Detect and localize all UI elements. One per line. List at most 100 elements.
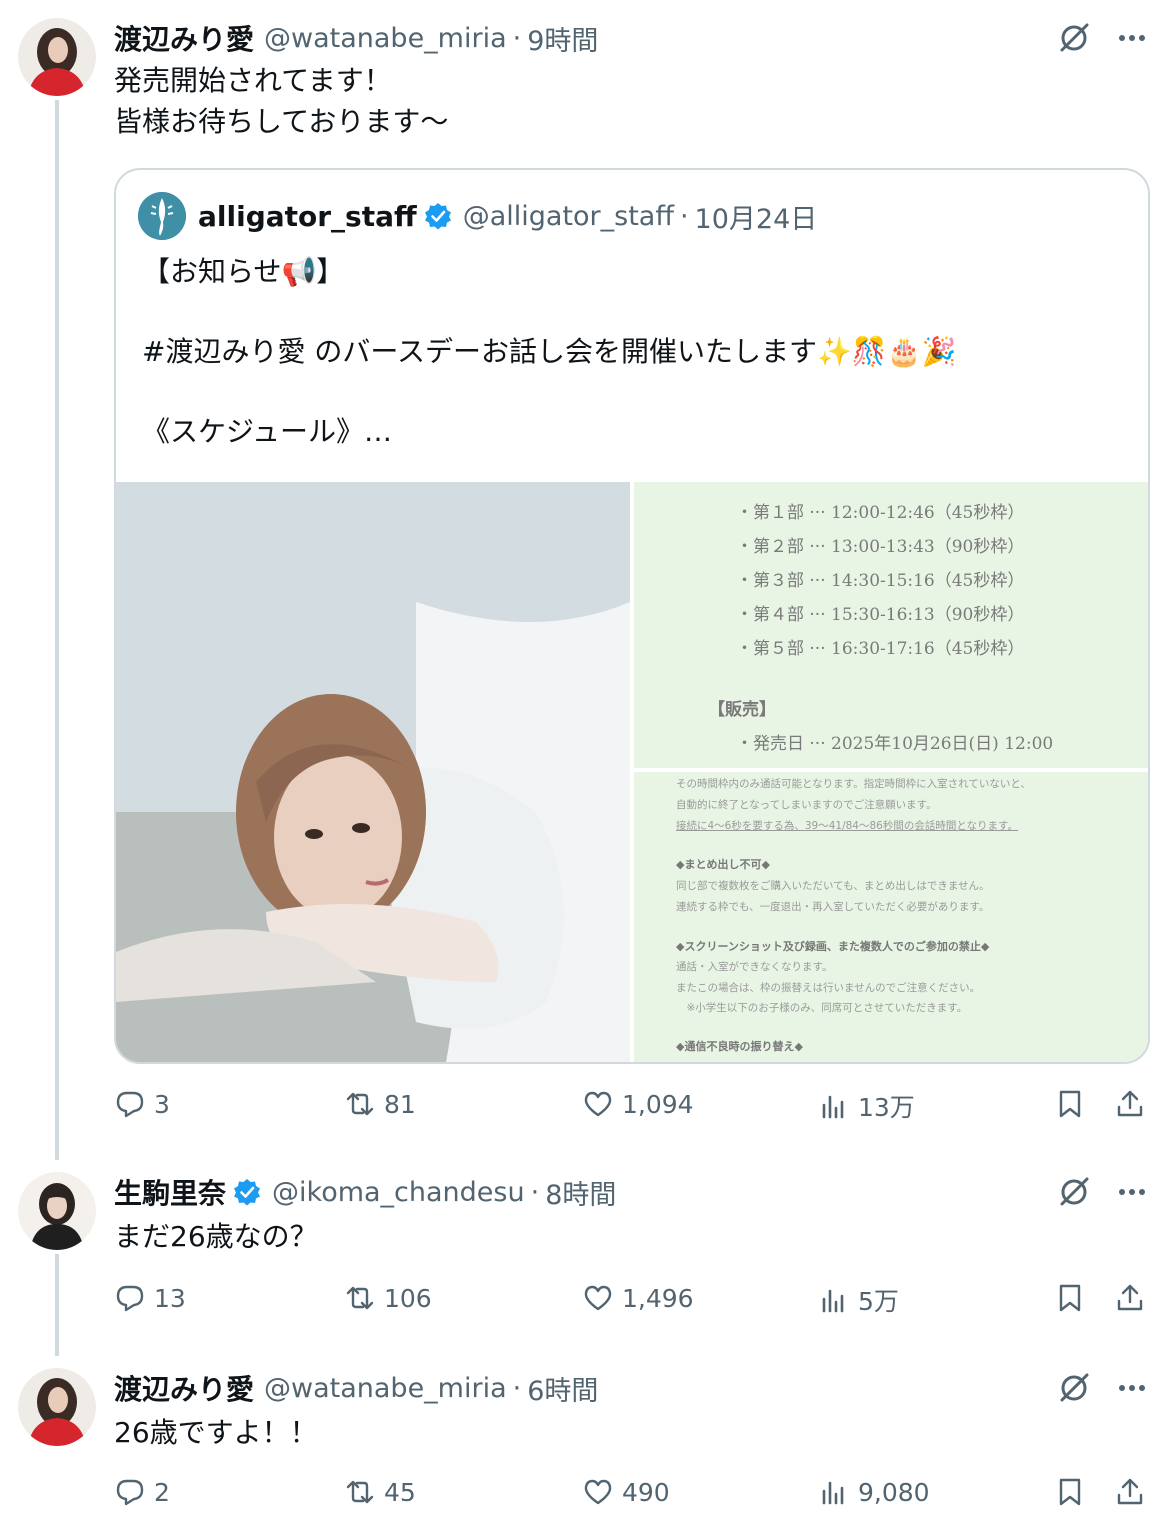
share-button[interactable] (1114, 1088, 1146, 1120)
bookmark-icon (1059, 1090, 1081, 1118)
schedule-row: ・第４部 ··· 15:30-16:13（90秒枠） (736, 605, 1025, 625)
display-name[interactable]: 渡辺みり愛 (114, 18, 254, 58)
reply-button[interactable]: 3 (114, 1088, 170, 1120)
views-count: 5万 (858, 1287, 899, 1316)
like-button[interactable]: 1,094 (582, 1088, 694, 1120)
repost-icon (346, 1480, 374, 1504)
rule-heading: ◆まとめ出し不可◆ (676, 858, 770, 871)
reply-count: 3 (154, 1089, 170, 1119)
rule-line: 自動的に終了となってしまいますのでご注意願います。 (676, 799, 937, 811)
tweet-header: 渡辺みり愛 @watanabe_miria · 9時間 (114, 18, 598, 58)
repost-icon (346, 1286, 374, 1310)
repost-button[interactable]: 45 (344, 1476, 416, 1508)
like-count: 1,094 (622, 1089, 694, 1119)
header-actions (1056, 20, 1150, 56)
repost-count: 106 (384, 1283, 432, 1313)
avatar[interactable] (18, 1172, 96, 1250)
reply-icon (116, 1479, 144, 1506)
timestamp[interactable]: 9時間 (527, 19, 598, 58)
quote-text: 【お知らせ📢】 #渡辺みり愛 のバースデーお話し会を開催いたします✨🎊🎂🎉 《ス… (142, 255, 957, 448)
tweet-text: まだ26歳なの？ (114, 1220, 318, 1253)
rule-line: 同じ部で複数枚をご購入いただいても、まとめ出しはできません。 (676, 880, 990, 892)
rule-heading: ◆スクリーンショット及び録画、また複数人でのご参加の禁止◆ (676, 940, 990, 953)
user-handle[interactable]: @watanabe_miria (264, 1373, 507, 1404)
user-handle[interactable]: @ikoma_chandesu (272, 1177, 525, 1208)
grok-icon[interactable] (1056, 1370, 1092, 1406)
rule-line: 通話・入室ができなくなります。 (676, 961, 833, 973)
grok-icon[interactable] (1056, 1174, 1092, 1210)
action-bar: 13 106 1,496 5万 (114, 1282, 1154, 1322)
share-button[interactable] (1114, 1282, 1146, 1314)
user-handle[interactable]: @watanabe_miria (264, 23, 507, 54)
rules-image[interactable]: その時間枠内のみ通話可能となります。指定時間枠に入室されていないと、 自動的に終… (634, 772, 1148, 1062)
rule-line: 接続に4〜6秒を要する為、39〜41/84〜86秒間の会話時間となります。 (676, 820, 1018, 832)
tweet[interactable]: 生駒里奈 @ikoma_chandesu · 8時間 まだ26歳なの？ 13 1… (0, 1160, 1176, 1356)
timestamp[interactable]: 8時間 (545, 1173, 616, 1212)
rule-line: またこの場合は、枠の振替えは行いませんのでご注意ください。 (676, 982, 981, 994)
verified-badge-icon (234, 1179, 261, 1206)
quote-timestamp[interactable]: 10月24日 (695, 197, 818, 236)
like-button[interactable]: 1,496 (582, 1282, 694, 1314)
bookmark-button[interactable] (1054, 1282, 1086, 1314)
display-name[interactable]: 生駒里奈 (114, 1172, 226, 1212)
like-button[interactable]: 490 (582, 1476, 670, 1508)
heart-icon (584, 1285, 612, 1311)
share-button[interactable] (1114, 1476, 1146, 1508)
more-icon[interactable] (1114, 20, 1150, 56)
sales-heading: 【販売】 (708, 700, 776, 720)
views-button[interactable]: 5万 (818, 1282, 899, 1318)
schedule-image[interactable]: ・第１部 ··· 12:00-12:46（45秒枠） ・第２部 ··· 13:0… (634, 482, 1148, 768)
quote-handle[interactable]: @alligator_staff (463, 201, 674, 232)
rule-heading: ◆通信不良時の振り替え◆ (676, 1040, 803, 1053)
like-count: 490 (622, 1477, 670, 1507)
like-count: 1,496 (622, 1283, 694, 1313)
more-icon[interactable] (1114, 1174, 1150, 1210)
share-icon (1117, 1090, 1143, 1117)
quote-avatar[interactable] (138, 192, 186, 240)
display-name[interactable]: 渡辺みり愛 (114, 1368, 254, 1408)
more-icon[interactable] (1114, 1370, 1150, 1406)
quote-photo[interactable] (116, 482, 630, 1062)
repost-button[interactable]: 106 (344, 1282, 432, 1314)
repost-count: 81 (384, 1089, 416, 1119)
repost-icon (346, 1092, 374, 1116)
avatar[interactable] (18, 18, 96, 96)
timestamp[interactable]: 6時間 (527, 1369, 598, 1408)
grok-icon[interactable] (1056, 20, 1092, 56)
analytics-icon (822, 1289, 844, 1313)
rule-line: ※小学生以下のお子様のみ、同席可とさせていただきます。 (676, 1002, 968, 1014)
repost-count: 45 (384, 1477, 416, 1507)
analytics-icon (822, 1481, 844, 1505)
reply-icon (116, 1285, 144, 1312)
separator: · (530, 1176, 540, 1208)
separator: · (512, 22, 522, 54)
header-actions (1056, 1370, 1150, 1406)
share-icon (1117, 1478, 1143, 1505)
views-button[interactable]: 9,080 (818, 1476, 930, 1508)
verified-badge-icon (424, 203, 451, 230)
bookmark-button[interactable] (1054, 1088, 1086, 1120)
schedule-row: ・第１部 ··· 12:00-12:46（45秒枠） (736, 503, 1025, 523)
rule-line: 連続する枠でも、一度退出・再入室していただく必要があります。 (676, 901, 990, 913)
quote-display-name[interactable]: alligator_staff (198, 200, 417, 233)
bookmark-button[interactable] (1054, 1476, 1086, 1508)
schedule-row: ・第３部 ··· 14:30-15:16（45秒枠） (736, 571, 1025, 591)
heart-icon (584, 1091, 612, 1117)
tweet[interactable]: 渡辺みり愛 @watanabe_miria · 6時間 26歳ですよ！！ 2 4… (0, 1356, 1176, 1520)
reply-button[interactable]: 13 (114, 1282, 186, 1314)
sales-row: ・発売日 ··· 2025年10月26日(日) 12:00 (736, 734, 1054, 754)
avatar[interactable] (18, 1368, 96, 1446)
tweet[interactable]: 渡辺みり愛 @watanabe_miria · 9時間 発売開始されてます！ 皆… (0, 0, 1176, 1160)
reply-button[interactable]: 2 (114, 1476, 170, 1508)
thread-line (55, 1254, 59, 1356)
bookmark-icon (1059, 1478, 1081, 1506)
heart-icon (584, 1479, 612, 1505)
quoted-tweet[interactable]: alligator_staff @alligator_staff · 10月24… (114, 168, 1150, 1064)
quote-header: alligator_staff @alligator_staff · 10月24… (138, 192, 817, 240)
tweet-text: 26歳ですよ！！ (114, 1416, 318, 1449)
views-button[interactable]: 13万 (818, 1088, 915, 1124)
repost-button[interactable]: 81 (344, 1088, 416, 1120)
tweet-header: 渡辺みり愛 @watanabe_miria · 6時間 (114, 1368, 598, 1408)
tweet-header: 生駒里奈 @ikoma_chandesu · 8時間 (114, 1172, 616, 1212)
thread-line (55, 100, 59, 1160)
